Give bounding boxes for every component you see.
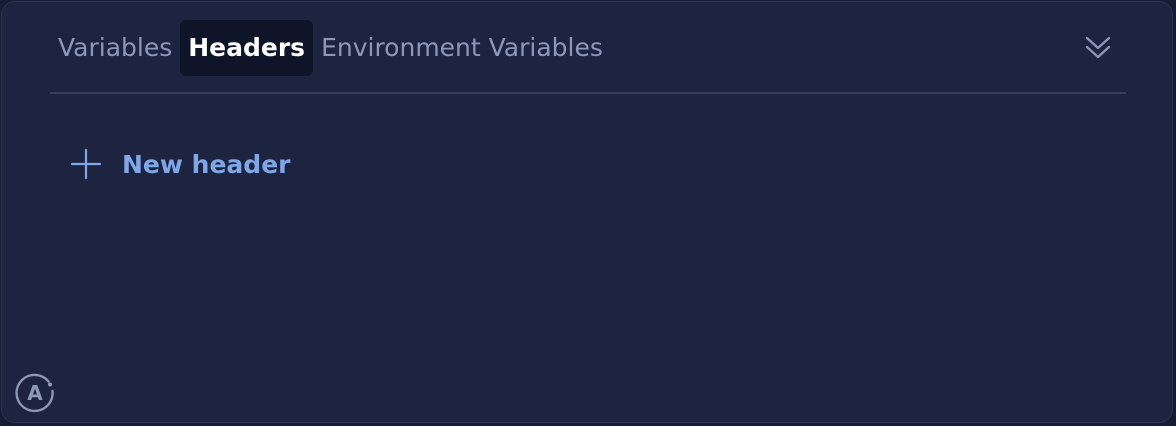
tab-headers[interactable]: Headers <box>180 20 314 76</box>
tab-bar: Variables Headers Environment Variables <box>50 20 611 76</box>
collapse-panel-button[interactable] <box>1080 30 1116 66</box>
new-header-button[interactable]: New header <box>68 142 290 186</box>
plus-icon <box>70 148 102 180</box>
logo-letter: A <box>27 381 43 405</box>
tab-variables[interactable]: Variables <box>50 20 180 76</box>
tab-divider <box>50 92 1126 94</box>
new-header-label: New header <box>122 149 291 179</box>
double-chevron-down-icon <box>1085 36 1111 59</box>
apollo-logo-icon[interactable]: A <box>13 371 57 415</box>
operation-settings-panel: Variables Headers Environment Variables … <box>1 1 1173 423</box>
tab-environment-variables[interactable]: Environment Variables <box>313 20 611 76</box>
